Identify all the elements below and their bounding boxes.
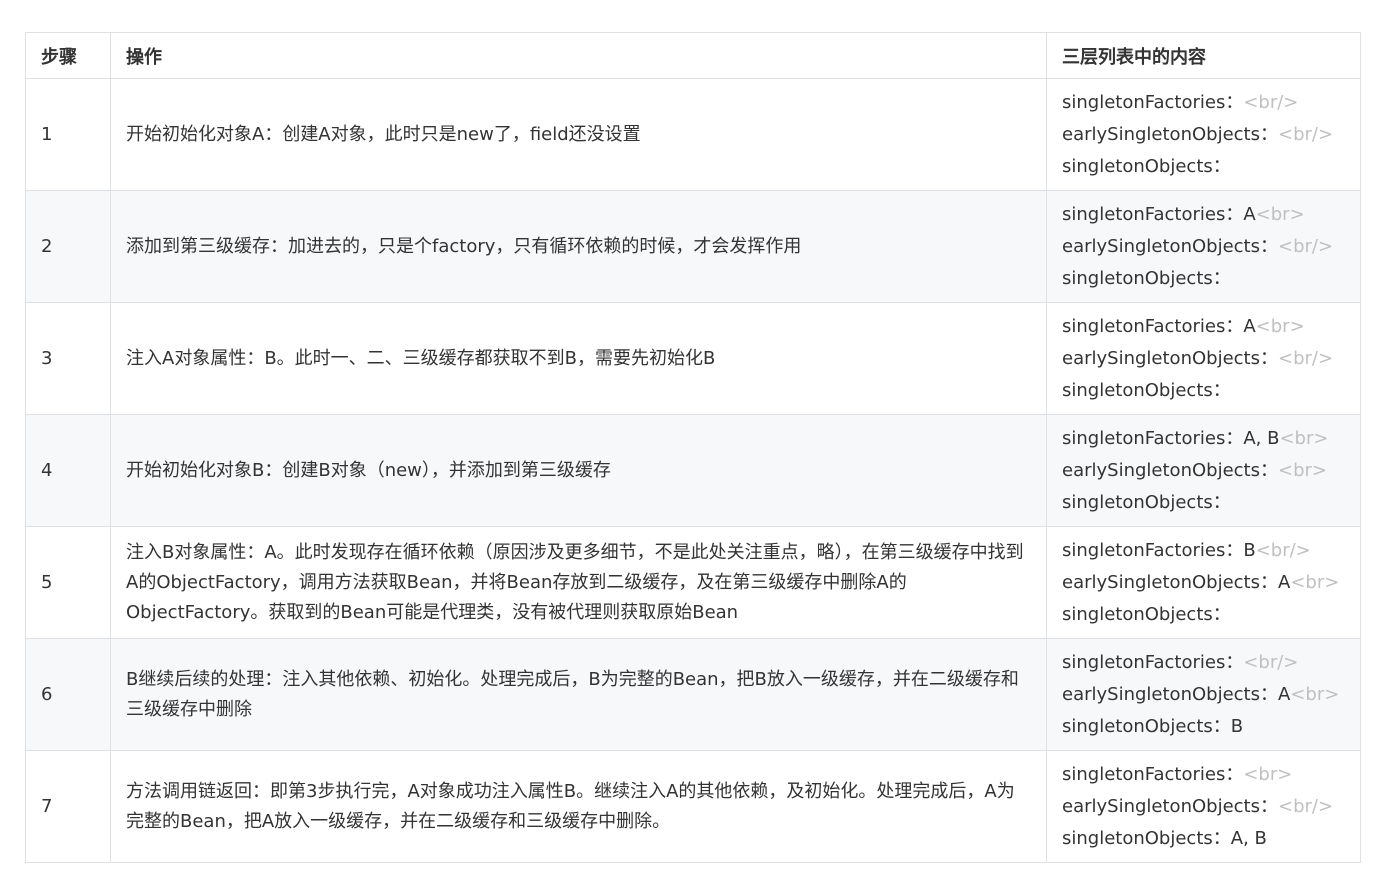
header-operation: 操作 xyxy=(110,32,1047,79)
table-row: 6 B继续后续的处理：注入其他依赖、初始化。处理完成后，B为完整的Bean，把B放… xyxy=(25,638,1361,751)
operation-description: 注入B对象属性：A。此时发现存在循环依赖（原因涉及更多细节，不是此处关注重点，略… xyxy=(110,526,1047,639)
step-number: 7 xyxy=(25,750,111,863)
cache-entry: singletonFactories：<br/> xyxy=(1062,87,1345,119)
cache-contents: singletonFactories：<br/> earlySingletonOb… xyxy=(1046,638,1361,751)
cache-label: earlySingletonObjects： xyxy=(1062,571,1278,593)
cache-entry: singletonObjects：A, B xyxy=(1062,823,1345,855)
cache-label: earlySingletonObjects： xyxy=(1062,235,1278,257)
cache-contents: singletonFactories：B<br/> earlySingletonO… xyxy=(1046,526,1361,639)
cache-label: singletonFactories： xyxy=(1062,651,1244,673)
step-number: 3 xyxy=(25,302,111,415)
html-tag-text: <br> xyxy=(1290,683,1340,705)
header-cache-contents: 三层列表中的内容 xyxy=(1046,32,1361,79)
step-number: 5 xyxy=(25,526,111,639)
cache-label: singletonObjects： xyxy=(1062,491,1231,513)
cache-entry: singletonFactories：A<br> xyxy=(1062,311,1345,343)
cache-label: singletonObjects： xyxy=(1062,715,1231,737)
cache-label: earlySingletonObjects： xyxy=(1062,795,1278,817)
table-row: 1 开始初始化对象A：创建A对象，此时只是new了，field还没设置 single… xyxy=(25,78,1361,191)
html-tag-text: <br/> xyxy=(1243,651,1299,673)
cache-entry: singletonObjects： xyxy=(1062,487,1345,519)
cache-label: singletonFactories： xyxy=(1062,427,1244,449)
operation-description: 方法调用链返回：即第3步执行完，A对象成功注入属性B。继续注入A的其他依赖，及初… xyxy=(110,750,1047,863)
cache-label: singletonFactories： xyxy=(1062,203,1244,225)
cache-entry: earlySingletonObjects：A<br> xyxy=(1062,567,1345,599)
cache-value: A xyxy=(1277,683,1291,705)
step-number: 4 xyxy=(25,414,111,527)
table-body: 1 开始初始化对象A：创建A对象，此时只是new了，field还没设置 single… xyxy=(25,78,1361,863)
step-number: 6 xyxy=(25,638,111,751)
cache-value: B xyxy=(1230,715,1244,737)
cache-value: A xyxy=(1243,203,1256,225)
cache-entry: singletonFactories：B<br/> xyxy=(1062,535,1345,567)
cache-label: singletonObjects： xyxy=(1062,155,1231,177)
cache-entry: singletonObjects： xyxy=(1062,151,1345,183)
cache-entry: earlySingletonObjects：<br/> xyxy=(1062,343,1345,375)
cache-label: singletonFactories： xyxy=(1062,763,1244,785)
cache-label: singletonObjects： xyxy=(1062,379,1231,401)
operation-description: 添加到第三级缓存：加进去的，只是个factory，只有循环依赖的时候，才会发挥作… xyxy=(110,190,1047,303)
cache-entry: singletonFactories：A, B<br> xyxy=(1062,423,1345,455)
cache-label: singletonObjects： xyxy=(1062,603,1231,625)
cache-value: A xyxy=(1243,315,1256,337)
cache-label: earlySingletonObjects： xyxy=(1062,123,1278,145)
html-tag-text: <br/> xyxy=(1277,235,1334,257)
cache-contents: singletonFactories：<br> earlySingletonObj… xyxy=(1046,750,1361,863)
cache-contents: singletonFactories：A<br> earlySingletonOb… xyxy=(1046,190,1361,303)
html-tag-text: <br/> xyxy=(1277,795,1334,817)
cache-entry: earlySingletonObjects：<br/> xyxy=(1062,791,1345,823)
html-tag-text: <br/> xyxy=(1277,123,1334,145)
table-row: 3 注入A对象属性：B。此时一、二、三级缓存都获取不到B，需要先初始化B singl… xyxy=(25,302,1361,415)
cache-entry: singletonFactories：<br/> xyxy=(1062,647,1345,679)
cache-value: A xyxy=(1277,571,1291,593)
html-tag-text: <br/> xyxy=(1277,347,1334,369)
cache-contents: singletonFactories：<br/> earlySingletonOb… xyxy=(1046,78,1361,191)
operation-description: 开始初始化对象B：创建B对象（new），并添加到第三级缓存 xyxy=(110,414,1047,527)
table-row: 7 方法调用链返回：即第3步执行完，A对象成功注入属性B。继续注入A的其他依赖，及… xyxy=(25,750,1361,863)
step-number: 1 xyxy=(25,78,111,191)
cache-entry: earlySingletonObjects：<br/> xyxy=(1062,231,1345,263)
html-tag-text: <br/> xyxy=(1243,91,1299,113)
cache-entry: singletonObjects： xyxy=(1062,263,1345,295)
step-number: 2 xyxy=(25,190,111,303)
cache-steps-table: 步骤 操作 三层列表中的内容 1 开始初始化对象A：创建A对象，此时只是new了，… xyxy=(25,32,1361,863)
operation-description: 注入A对象属性：B。此时一、二、三级缓存都获取不到B，需要先初始化B xyxy=(110,302,1047,415)
header-step: 步骤 xyxy=(25,32,111,79)
html-tag-text: <br> xyxy=(1279,427,1329,449)
html-tag-text: <br> xyxy=(1277,459,1327,481)
cache-label: singletonFactories： xyxy=(1062,91,1244,113)
cache-contents: singletonFactories：A<br> earlySingletonOb… xyxy=(1046,302,1361,415)
cache-value: A, B xyxy=(1230,827,1267,849)
cache-label: singletonObjects： xyxy=(1062,827,1231,849)
operation-description: B继续后续的处理：注入其他依赖、初始化。处理完成后，B为完整的Bean，把B放入… xyxy=(110,638,1047,751)
cache-entry: singletonObjects： xyxy=(1062,375,1345,407)
cache-entry: singletonObjects：B xyxy=(1062,711,1345,743)
cache-label: earlySingletonObjects： xyxy=(1062,683,1278,705)
cache-value: A, B xyxy=(1243,427,1280,449)
cache-contents: singletonFactories：A, B<br> earlySingleto… xyxy=(1046,414,1361,527)
cache-label: earlySingletonObjects： xyxy=(1062,459,1278,481)
cache-entry: singletonFactories：A<br> xyxy=(1062,199,1345,231)
table-header: 步骤 操作 三层列表中的内容 xyxy=(25,32,1361,79)
table-row: 4 开始初始化对象B：创建B对象（new），并添加到第三级缓存 singletonF… xyxy=(25,414,1361,527)
cache-label: singletonFactories： xyxy=(1062,315,1244,337)
html-tag-text: <br> xyxy=(1243,763,1293,785)
cache-entry: earlySingletonObjects：A<br> xyxy=(1062,679,1345,711)
cache-value: B xyxy=(1243,539,1256,561)
cache-entry: earlySingletonObjects：<br/> xyxy=(1062,119,1345,151)
table-row: 5 注入B对象属性：A。此时发现存在循环依赖（原因涉及更多细节，不是此处关注重点，… xyxy=(25,526,1361,639)
html-tag-text: <br/> xyxy=(1255,539,1311,561)
cache-label: earlySingletonObjects： xyxy=(1062,347,1278,369)
cache-entry: singletonFactories：<br> xyxy=(1062,759,1345,791)
cache-label: singletonFactories： xyxy=(1062,539,1244,561)
header-row: 步骤 操作 三层列表中的内容 xyxy=(25,32,1361,79)
operation-description: 开始初始化对象A：创建A对象，此时只是new了，field还没设置 xyxy=(110,78,1047,191)
html-tag-text: <br> xyxy=(1255,203,1305,225)
table-row: 2 添加到第三级缓存：加进去的，只是个factory，只有循环依赖的时候，才会发挥… xyxy=(25,190,1361,303)
cache-entry: earlySingletonObjects：<br> xyxy=(1062,455,1345,487)
cache-label: singletonObjects： xyxy=(1062,267,1231,289)
cache-entry: singletonObjects： xyxy=(1062,599,1345,631)
html-tag-text: <br> xyxy=(1255,315,1305,337)
html-tag-text: <br> xyxy=(1290,571,1340,593)
